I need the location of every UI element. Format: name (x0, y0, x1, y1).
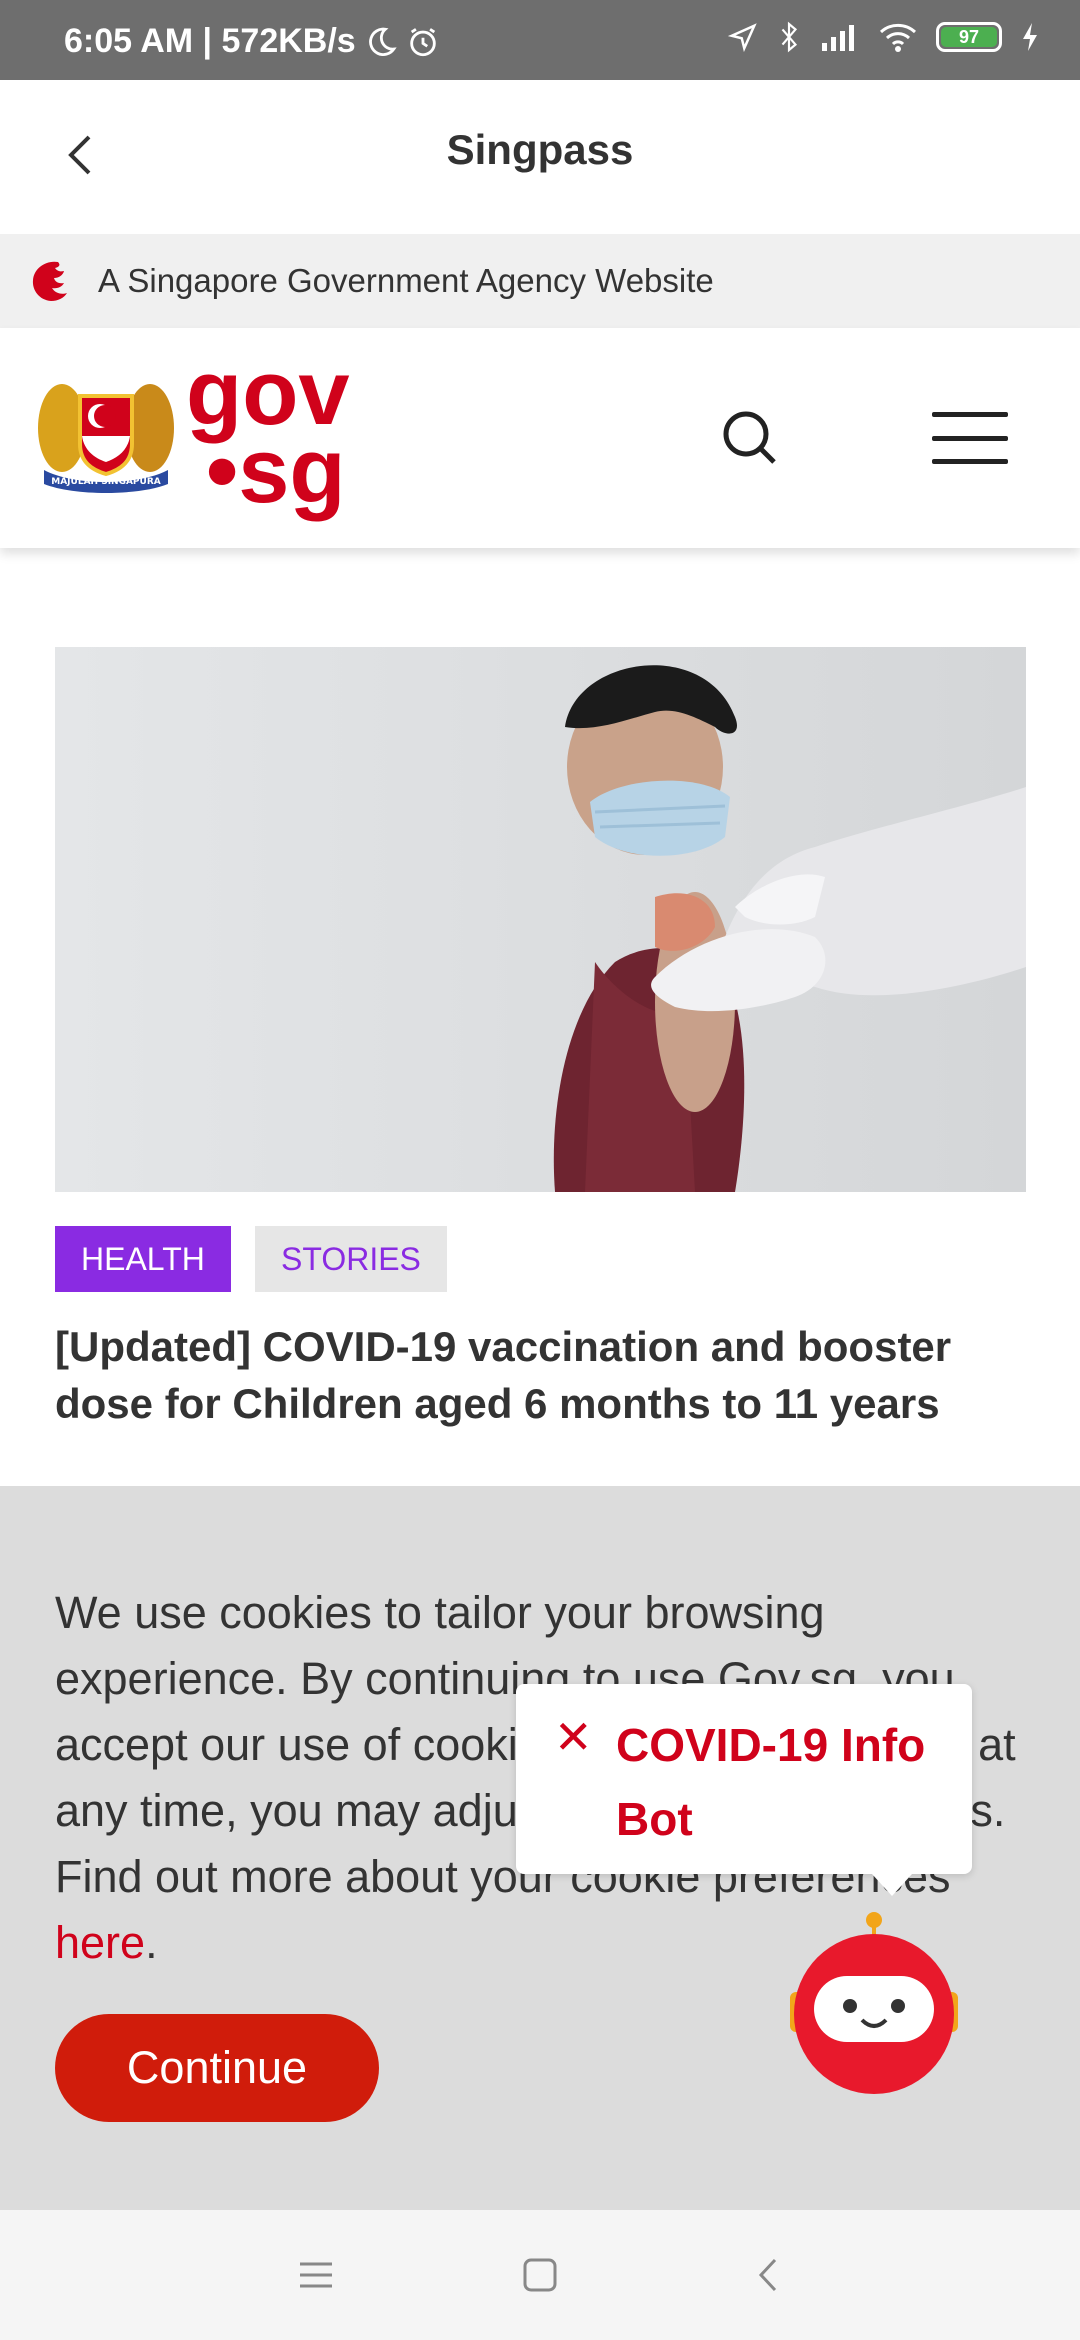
search-button[interactable] (720, 408, 780, 468)
gov-logo-line2: •sg (206, 420, 346, 523)
article-hero-image[interactable] (55, 647, 1026, 1192)
wifi-icon (879, 23, 917, 52)
site-header: MAJULAH SINGAPURA gov •sg (0, 328, 1080, 548)
status-right: 97 (728, 20, 1040, 54)
bot-popup-title[interactable]: COVID-19 Info Bot (616, 1708, 956, 1856)
singapore-crest-logo[interactable]: MAJULAH SINGAPURA (34, 366, 178, 494)
tag-stories[interactable]: STORIES (255, 1226, 447, 1292)
location-icon (728, 23, 757, 52)
app-title: Singpass (446, 126, 634, 173)
alarm-icon (409, 27, 436, 56)
moon-icon (368, 27, 397, 56)
gov-agency-banner: A Singapore Government Agency Website (0, 234, 1080, 328)
menu-bar-icon (932, 435, 1008, 441)
search-icon (723, 411, 776, 464)
battery-icon: 97 (936, 22, 1002, 52)
cookie-text-end: . (145, 1917, 158, 1968)
status-left: 6:05 AM | 572KB/s (64, 22, 440, 61)
chatbot-avatar-icon[interactable] (786, 1910, 962, 2100)
continue-button[interactable]: Continue (55, 2014, 379, 2122)
menu-bar-icon (932, 412, 1008, 417)
article-title-link[interactable]: [Updated] COVID-19 vaccination and boost… (55, 1318, 1035, 1432)
battery-level: 97 (941, 27, 997, 47)
tag-health[interactable]: HEALTH (55, 1226, 231, 1292)
app-header: Singpass (0, 80, 1080, 234)
covid-bot-popup[interactable]: ✕ COVID-19 Info Bot (516, 1684, 972, 1896)
menu-lines-icon (300, 2262, 332, 2288)
merlion-lion-icon (32, 261, 67, 301)
home-button[interactable] (510, 2245, 570, 2305)
signal-icon (822, 25, 854, 51)
system-back-button[interactable] (738, 2245, 798, 2305)
menu-bar-icon (932, 459, 1008, 464)
menu-button[interactable] (932, 412, 1008, 464)
recent-apps-button[interactable] (286, 2245, 346, 2305)
bluetooth-icon (781, 21, 798, 53)
crest-motto: MAJULAH SINGAPURA (51, 477, 160, 487)
status-bar: 6:05 AM | 572KB/s 97 (0, 0, 1080, 80)
chevron-left-icon (758, 2258, 777, 2292)
child-vaccination-photo (55, 647, 1026, 1192)
square-home-icon (523, 2258, 557, 2292)
status-time-speed: 6:05 AM | 572KB/s (64, 22, 356, 60)
gov-banner-text: A Singapore Government Agency Website (98, 262, 714, 299)
gov-sg-logo[interactable]: gov •sg (186, 347, 350, 523)
close-icon[interactable]: ✕ (554, 1714, 593, 1760)
cookie-preferences-link[interactable]: here (55, 1917, 145, 1968)
system-nav-bar (0, 2210, 1080, 2340)
charging-icon (1023, 23, 1037, 51)
